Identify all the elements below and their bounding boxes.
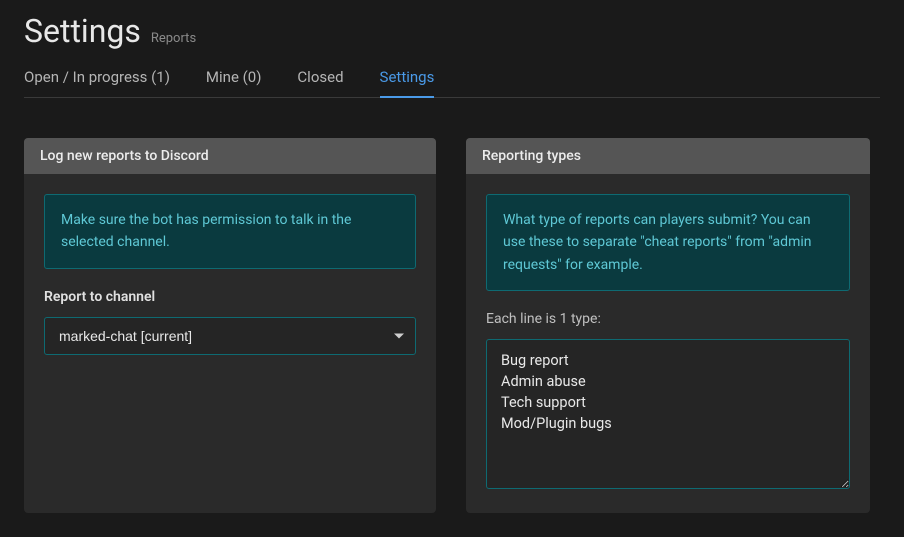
tab-open-in-progress[interactable]: Open / In progress (1) (24, 68, 170, 98)
report-channel-select[interactable]: marked-chat [current] (44, 317, 416, 355)
panel-discord-logging: Log new reports to Discord Make sure the… (24, 138, 436, 513)
page-title: Settings (24, 12, 141, 50)
panel-types-title: Reporting types (466, 138, 870, 174)
breadcrumb: Reports (151, 31, 196, 46)
panel-reporting-types: Reporting types What type of reports can… (466, 138, 870, 513)
tab-mine[interactable]: Mine (0) (206, 68, 262, 98)
tabs: Open / In progress (1) Mine (0) Closed S… (24, 68, 880, 98)
types-sub-label: Each line is 1 type: (486, 311, 850, 327)
panel-discord-title: Log new reports to Discord (24, 138, 436, 174)
discord-info-box: Make sure the bot has permission to talk… (44, 194, 416, 269)
tab-settings[interactable]: Settings (380, 68, 435, 98)
types-info-box: What type of reports can players submit?… (486, 194, 850, 291)
report-channel-label: Report to channel (44, 289, 416, 305)
reporting-types-textarea[interactable] (486, 339, 850, 489)
tab-closed[interactable]: Closed (297, 68, 343, 98)
